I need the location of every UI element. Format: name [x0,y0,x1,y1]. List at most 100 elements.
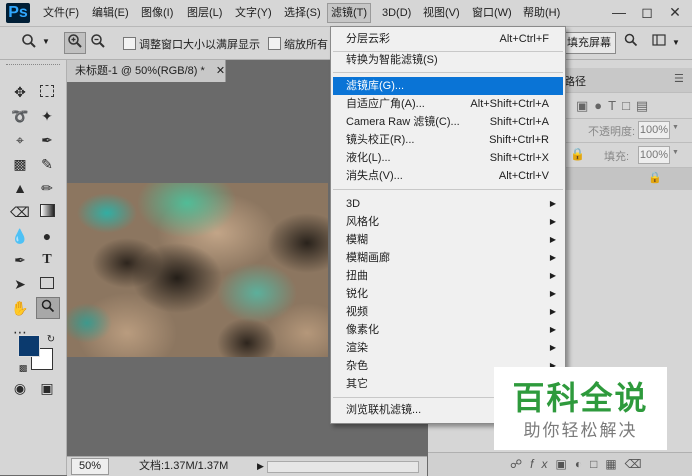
menu-item-blur-gallery[interactable]: 模糊画廊 ▶ [333,249,563,267]
menu-file[interactable]: 文件(F) [40,4,82,22]
watermark-title: 百科全说 [512,380,649,416]
watermark: 百科全说 助你轻松解决 [494,367,667,450]
menu-window[interactable]: 窗口(W) [469,4,515,22]
lock-icon[interactable]: 🔒 [570,147,585,161]
menu-type[interactable]: 文字(Y) [232,4,275,22]
chevron-down-icon[interactable]: ▼ [672,149,679,156]
menu-item-pixelate[interactable]: 像素化 ▶ [333,321,563,339]
type-tool-icon[interactable]: T [36,250,58,270]
hand-tool-icon[interactable]: ✋ [9,298,31,318]
eraser-tool-icon[interactable]: ⌫ [9,202,31,222]
menu-item-video[interactable]: 视频 ▶ [333,303,563,321]
menu-layer[interactable]: 图层(L) [184,4,225,22]
chevron-down-icon[interactable]: ▼ [42,37,50,46]
menu-item-sharpen[interactable]: 锐化 ▶ [333,285,563,303]
menu-separator [333,189,563,190]
canvas-image[interactable] [67,183,328,357]
menu-item-vanishing-point[interactable]: 消失点(V)... Alt+Ctrl+V [333,167,563,185]
fill-field[interactable]: 100% [638,146,670,164]
menu-select[interactable]: 选择(S) [281,4,324,22]
menu-image[interactable]: 图像(I) [138,4,176,22]
zoom-tool-preset-icon[interactable] [18,32,40,54]
layer-actions-icons[interactable]: ☍fx▣◐□▦⌫ [510,457,650,471]
chevron-down-icon[interactable]: ▼ [672,38,680,47]
move-tool-icon[interactable]: ✥ [9,82,31,102]
dodge-tool-icon[interactable]: ● [36,226,58,246]
rectangle-tool-icon[interactable] [36,274,58,294]
menu-edit[interactable]: 编辑(E) [89,4,132,22]
menu-item-lens-correction[interactable]: 镜头校正(R)... Shift+Ctrl+R [333,131,563,149]
workspace-icon[interactable] [648,32,670,54]
brush-tool-icon[interactable]: ✎ [36,154,58,174]
layer-filter-icons[interactable]: ▣●T□▤ [576,98,654,114]
status-menu-arrow-icon[interactable]: ▶ [257,457,264,475]
fill-screen-button[interactable]: 填充屏幕 [562,32,616,54]
submenu-arrow-icon: ▶ [549,289,556,298]
layer-lock-icon: 🔒 [648,172,662,184]
submenu-arrow-icon: ▶ [549,235,556,244]
swap-colors-icon[interactable]: ↻ [40,330,62,350]
watermark-subtitle: 助你轻松解决 [523,421,638,440]
document-tab[interactable]: 未标题-1 @ 50%(RGB/8) * ✕ [67,60,226,82]
chevron-down-icon[interactable]: ▼ [672,124,679,131]
resize-windows-checkbox[interactable] [123,37,136,50]
menu-help[interactable]: 帮助(H) [520,4,563,22]
zoom-level-field[interactable]: 50% [71,458,109,475]
tools-panel: ✥ ➰ ✦ ⌖ ✒ ▩ ✎ ▲ ✏ ⌫ 💧 ● ✒ T ➤ ✋ ⋯ ↻ ▩ ◉ … [0,60,67,475]
zoom-all-label: 缩放所有 [284,39,328,51]
menu-item-convert-smart-filters[interactable]: 转换为智能滤镜(S) [333,51,563,69]
menu-item-liquify[interactable]: 液化(L)... Shift+Ctrl+X [333,149,563,167]
close-icon[interactable]: ✕ [662,2,688,22]
menu-3d[interactable]: 3D(D) [379,4,414,22]
fill-label: 填充: [604,151,630,163]
menu-item-adaptive-wide-angle[interactable]: 自适应广角(A)... Alt+Shift+Ctrl+A [333,95,563,113]
document-info: 文档:1.37M/1.37M [139,460,229,472]
default-colors-icon[interactable]: ▩ [12,358,34,378]
minimize-icon[interactable]: — [606,2,632,22]
horizontal-scrollbar[interactable] [267,461,419,473]
submenu-arrow-icon: ▶ [549,325,556,334]
menu-item-render[interactable]: 渲染 ▶ [333,339,563,357]
crop-tool-icon[interactable]: ⌖ [9,130,31,150]
menu-view[interactable]: 视图(V) [420,4,463,22]
healing-brush-tool-icon[interactable]: ▩ [9,154,31,174]
submenu-arrow-icon: ▶ [549,217,556,226]
blur-tool-icon[interactable]: 💧 [9,226,31,246]
zoom-tool-icon[interactable] [36,297,60,319]
panel-menu-icon[interactable]: ☰ [674,72,684,85]
path-selection-tool-icon[interactable]: ➤ [9,274,31,294]
marquee-tool-icon[interactable] [36,82,58,102]
maximize-icon[interactable]: ◻ [634,2,660,22]
lasso-tool-icon[interactable]: ➰ [9,106,31,126]
magic-wand-tool-icon[interactable]: ✦ [36,106,58,126]
menu-item-filter-gallery[interactable]: 滤镜库(G)... [333,77,563,95]
clone-stamp-tool-icon[interactable]: ▲ [9,178,31,198]
gradient-tool-icon[interactable] [36,202,58,222]
menu-filter[interactable]: 滤镜(T) [327,3,372,23]
menu-item-3d[interactable]: 3D ▶ [333,195,563,213]
document-tab-title: 未标题-1 @ 50%(RGB/8) * [75,65,205,77]
menu-item-stylize[interactable]: 风格化 ▶ [333,213,563,231]
opacity-field[interactable]: 100% [638,121,670,139]
app-logo: Ps [6,3,30,23]
menu-item-blur[interactable]: 模糊 ▶ [333,231,563,249]
tab-paths[interactable]: 路径 [564,73,586,89]
zoom-all-checkbox[interactable] [268,37,281,50]
submenu-arrow-icon: ▶ [549,199,556,208]
zoom-out-icon[interactable] [87,32,109,54]
close-icon[interactable]: ✕ [216,65,225,77]
history-brush-tool-icon[interactable]: ✏ [36,178,58,198]
menu-item-clouds-difference[interactable]: 分层云彩 Alt+Ctrl+F [333,30,563,48]
zoom-in-icon[interactable] [64,32,86,54]
foreground-color-swatch[interactable] [18,335,40,357]
menu-bar: Ps 文件(F) 编辑(E) 图像(I) 图层(L) 文字(Y) 选择(S) 滤… [0,0,692,27]
eyedropper-tool-icon[interactable]: ✒ [36,130,58,150]
menu-item-distort[interactable]: 扭曲 ▶ [333,267,563,285]
panel-grip[interactable] [6,64,60,69]
quick-mask-icon[interactable]: ◉ [9,378,31,398]
screen-mode-icon[interactable]: ▣ [36,378,58,398]
search-icon[interactable] [620,32,642,54]
submenu-arrow-icon: ▶ [549,271,556,280]
pen-tool-icon[interactable]: ✒ [9,250,31,270]
menu-item-camera-raw[interactable]: Camera Raw 滤镜(C)... Shift+Ctrl+A [333,113,563,131]
